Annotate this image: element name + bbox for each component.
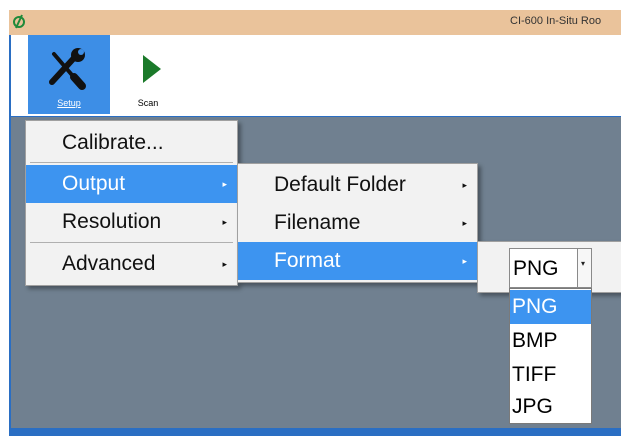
submenu-arrow-icon: ▸ [222, 179, 227, 189]
menu-item-advanced[interactable]: Advanced ▸ [26, 245, 237, 283]
menu-item-filename[interactable]: Filename ▸ [238, 204, 477, 242]
menu-separator [30, 162, 233, 163]
menu-item-output[interactable]: Output ▸ [26, 165, 237, 203]
output-submenu: Default Folder ▸ Filename ▸ Format ▸ [237, 163, 478, 283]
format-options-list: PNG BMP TIFF JPG [509, 288, 592, 424]
play-icon [143, 55, 161, 83]
menu-item-format[interactable]: Format ▸ [238, 242, 477, 280]
dropdown-button[interactable]: ▾ [577, 249, 591, 287]
tools-icon [49, 48, 86, 90]
submenu-arrow-icon: ▸ [222, 217, 227, 227]
app-logo-icon [13, 14, 25, 29]
menu-item-default-folder[interactable]: Default Folder ▸ [238, 166, 477, 204]
submenu-arrow-icon: ▸ [462, 256, 467, 266]
format-select-value: PNG [513, 257, 559, 280]
format-option[interactable]: JPG [510, 390, 591, 424]
menu-item-resolution[interactable]: Resolution ▸ [26, 203, 237, 241]
setup-menu: Calibrate... Output ▸ Resolution ▸ Advan… [25, 120, 238, 286]
scan-label: Scan [137, 98, 159, 108]
format-option[interactable]: PNG [510, 290, 591, 324]
window-title: CI-600 In-Situ Roo [510, 15, 602, 27]
submenu-arrow-icon: ▸ [462, 180, 467, 190]
chevron-down-icon: ▾ [581, 259, 586, 268]
submenu-arrow-icon: ▸ [462, 218, 467, 228]
format-option[interactable]: TIFF [510, 358, 591, 392]
menu-separator [30, 242, 233, 243]
format-option[interactable]: BMP [510, 324, 591, 358]
submenu-arrow-icon: ▸ [222, 259, 227, 269]
setup-label: Setup [57, 98, 81, 108]
menu-item-calibrate[interactable]: Calibrate... [26, 124, 237, 162]
format-select[interactable]: PNG ▾ [509, 248, 592, 288]
